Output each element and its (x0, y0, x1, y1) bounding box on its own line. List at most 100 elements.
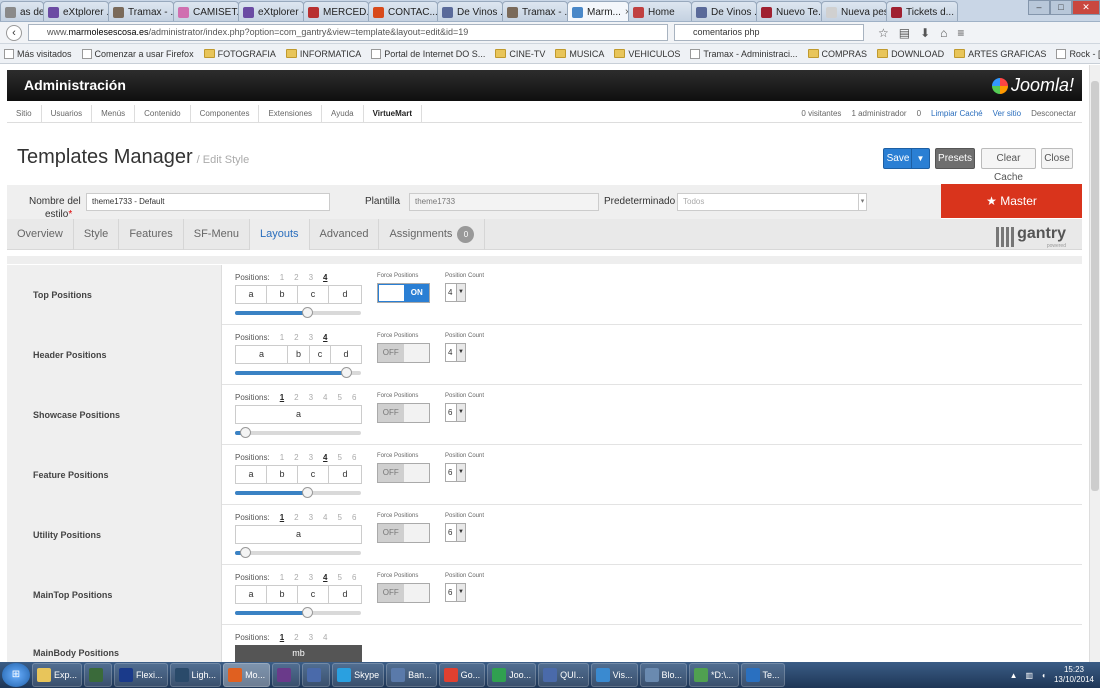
slider-handle[interactable] (301, 487, 313, 498)
admin-menu-item[interactable]: Contenido (135, 104, 191, 123)
position-number[interactable]: 4 (323, 393, 327, 402)
logout-link[interactable]: Desconectar (1031, 109, 1076, 118)
position-number[interactable]: 5 (338, 573, 342, 582)
browser-tab[interactable]: as de ... (0, 1, 44, 21)
download-icon[interactable]: ⬇ (920, 26, 930, 40)
taskbar-item[interactable]: Flexi... (114, 663, 168, 687)
position-slider[interactable] (235, 607, 361, 618)
position-count-select[interactable]: 6 ▼ (445, 463, 466, 482)
scrollbar-thumb[interactable] (1091, 81, 1099, 491)
admin-menu-item[interactable]: Componentes (191, 104, 260, 123)
position-number[interactable]: 3 (309, 633, 313, 642)
bookmark-item[interactable]: Rock - [ForoDirecto] (1056, 48, 1100, 59)
tab-sfmenu[interactable]: SF-Menu (184, 219, 250, 250)
taskbar-item[interactable]: Mo... (223, 663, 271, 687)
slider-handle[interactable] (340, 367, 352, 378)
bookmark-item[interactable]: DOWNLOAD (877, 49, 944, 59)
browser-tab[interactable]: Nueva pestaña (821, 1, 887, 21)
position-number[interactable]: 4 (323, 573, 327, 582)
position-cell[interactable]: a (236, 346, 288, 363)
bookmark-item[interactable]: Portal de Internet DO S... (371, 48, 485, 59)
admin-menu-item[interactable]: VirtueMart (364, 104, 423, 123)
back-button[interactable]: ‹ (6, 24, 22, 41)
home-icon[interactable]: ⌂ (940, 26, 947, 40)
position-number[interactable]: 2 (294, 573, 298, 582)
position-cell[interactable]: mb (235, 645, 362, 662)
maximize-button[interactable]: □ (1050, 0, 1072, 15)
browser-tab[interactable]: Tramax - ... (108, 1, 174, 21)
position-number[interactable]: 3 (309, 333, 313, 342)
position-number[interactable]: 1 (280, 513, 284, 522)
position-cell[interactable]: c (310, 346, 331, 363)
force-positions-toggle[interactable]: OFF (377, 463, 430, 483)
position-cell[interactable]: a (236, 406, 361, 423)
position-cell[interactable]: d (329, 466, 361, 483)
view-site-link[interactable]: Ver sitio (993, 109, 1021, 118)
position-cell[interactable]: c (298, 286, 329, 303)
admin-menu-item[interactable]: Extensiones (259, 104, 323, 123)
browser-tab[interactable]: Tramax - ... (502, 1, 568, 21)
position-number[interactable]: 2 (294, 453, 298, 462)
position-slider[interactable] (235, 487, 361, 498)
taskbar-item[interactable] (84, 663, 113, 687)
force-positions-toggle[interactable]: OFF (377, 403, 430, 423)
browser-tab[interactable]: De Vinos ... (437, 1, 503, 21)
slider-handle[interactable] (240, 547, 252, 558)
close-window-button[interactable]: ✕ (1072, 0, 1100, 15)
browser-tab[interactable]: eXtplorer ... (43, 1, 109, 21)
force-positions-toggle[interactable]: ON (377, 283, 430, 303)
position-number[interactable]: 5 (338, 393, 342, 402)
position-count-select[interactable]: 4 ▼ (445, 283, 466, 302)
position-number[interactable]: 3 (309, 273, 313, 282)
tab-overview[interactable]: Overview (7, 219, 74, 250)
browser-tab[interactable]: Nuevo Te... (756, 1, 822, 21)
browser-tab[interactable]: CONTAC... (368, 1, 438, 21)
taskbar-item[interactable]: *D:\... (689, 663, 739, 687)
taskbar-item[interactable]: Go... (438, 663, 486, 687)
position-cell[interactable]: a (236, 286, 267, 303)
admin-menu-item[interactable]: Usuarios (42, 104, 93, 123)
position-slider[interactable] (235, 427, 361, 438)
position-slider[interactable] (235, 547, 361, 558)
save-dropdown-button[interactable]: ▼ (911, 148, 930, 169)
bookmark-item[interactable]: INFORMATICA (285, 49, 361, 59)
position-number[interactable]: 6 (352, 573, 356, 582)
slider-handle[interactable] (240, 427, 252, 438)
position-number[interactable]: 3 (309, 573, 313, 582)
position-count-select[interactable]: 6 ▼ (445, 523, 466, 542)
position-cell[interactable]: b (267, 586, 298, 603)
start-button[interactable]: ⊞ (2, 663, 30, 687)
position-number[interactable]: 4 (323, 513, 327, 522)
taskbar-item[interactable]: Joo... (487, 663, 537, 687)
position-cell[interactable]: d (329, 586, 361, 603)
browser-tab[interactable]: Home (628, 1, 692, 21)
browser-tab[interactable]: eXtplorer - (238, 1, 304, 21)
force-positions-toggle[interactable]: OFF (377, 523, 430, 543)
clipboard-icon[interactable]: ▤ (899, 26, 910, 40)
bookmark-item[interactable]: ARTES GRAFICAS (954, 49, 1046, 59)
tray-arrow-icon[interactable]: ▲ (1010, 671, 1018, 680)
default-select[interactable]: Todos ▾ (677, 193, 867, 211)
position-number[interactable]: 1 (280, 633, 284, 642)
search-input[interactable]: comentarios php (674, 24, 864, 41)
tab-layouts[interactable]: Layouts (249, 219, 310, 250)
position-count-select[interactable]: 6 ▼ (445, 403, 466, 422)
force-positions-toggle[interactable]: OFF (377, 343, 430, 363)
url-bar[interactable]: www.marmolesescosa.es/administrator/inde… (28, 24, 668, 41)
position-number[interactable]: 2 (294, 333, 298, 342)
bookmark-item[interactable]: CINE-TV (495, 49, 545, 59)
taskbar-item[interactable]: Blo... (639, 663, 688, 687)
browser-tab[interactable]: MERCED... (303, 1, 369, 21)
slider-handle[interactable] (301, 607, 313, 618)
position-number[interactable]: 5 (338, 513, 342, 522)
slider-handle[interactable] (301, 307, 313, 318)
position-cell[interactable]: a (236, 586, 267, 603)
clear-cache-button[interactable]: Clear Cache (981, 148, 1036, 183)
position-count-select[interactable]: 4 ▼ (445, 343, 466, 362)
position-number[interactable]: 4 (323, 633, 327, 642)
position-number[interactable]: 3 (309, 393, 313, 402)
clock[interactable]: 15:23 13/10/2014 (1054, 665, 1094, 685)
taskbar-item[interactable]: Te... (740, 663, 785, 687)
bookmark-item[interactable]: FOTOGRAFIA (203, 49, 276, 59)
position-cell[interactable]: d (329, 286, 361, 303)
